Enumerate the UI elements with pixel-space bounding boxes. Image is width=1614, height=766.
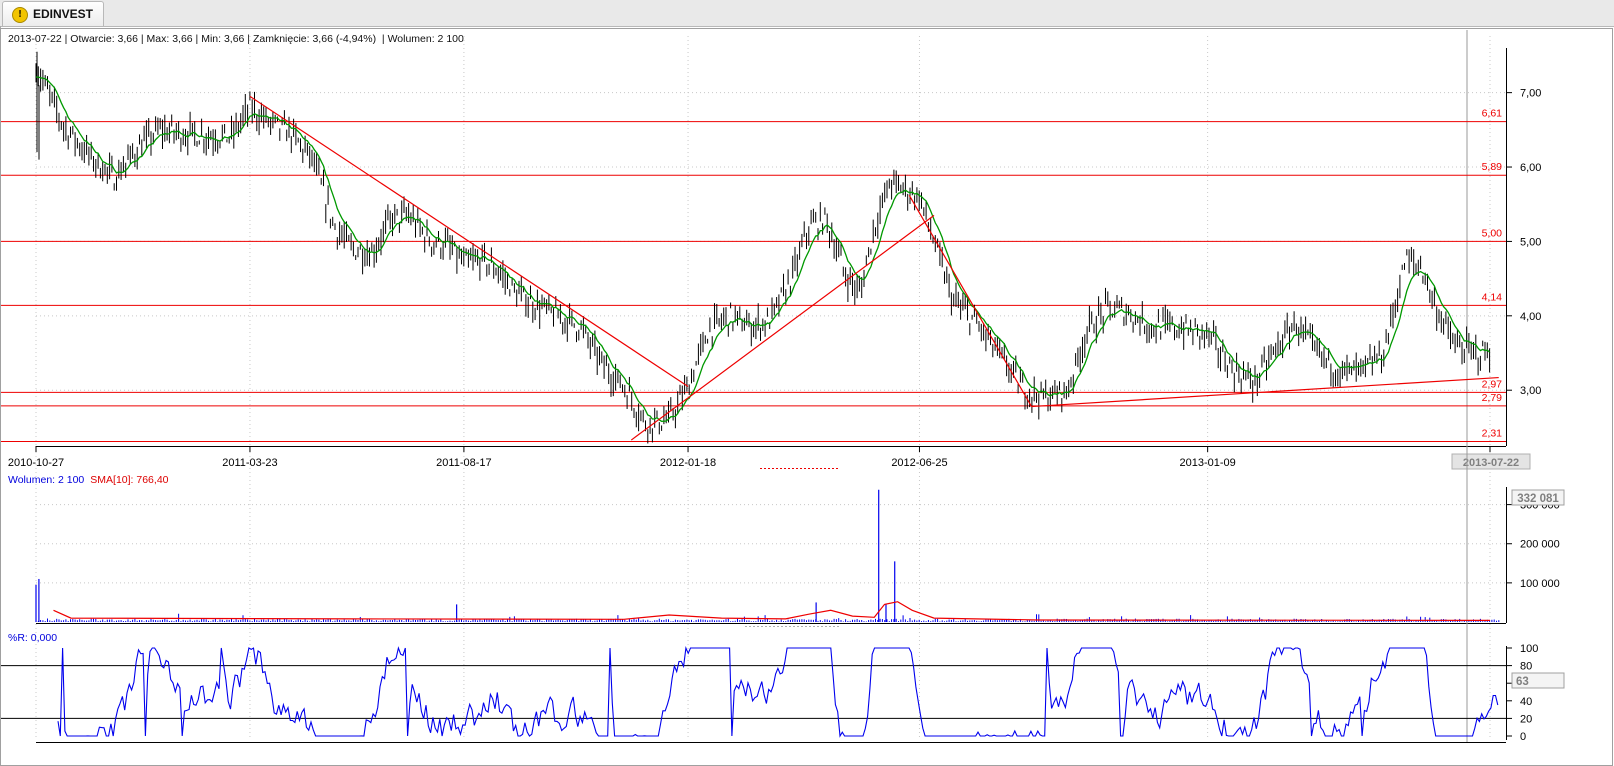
trend-line — [630, 214, 935, 441]
level-label: 4,14 — [1482, 291, 1503, 303]
x-tick-label: 2012-01-18 — [660, 457, 716, 469]
wr-tick-label: 80 — [1520, 661, 1532, 673]
wr-tick-label: 100 — [1520, 643, 1538, 655]
price-tick-label: 5,00 — [1520, 236, 1541, 248]
volume-legend: Wolumen: 2 100 SMA[10]: 766,40 — [8, 474, 169, 486]
volume-legend-sma: SMA[10]: 766,40 — [90, 474, 169, 486]
volume-legend-value: Wolumen: 2 100 — [8, 474, 85, 486]
williams-r-line — [57, 645, 1499, 738]
x-tick-label: 2013-01-09 — [1180, 457, 1236, 469]
x-tick-label: 2010-10-27 — [8, 457, 64, 469]
wr-tick-label: 20 — [1520, 713, 1532, 725]
level-label: 2,79 — [1482, 392, 1503, 404]
level-label: 5,00 — [1482, 227, 1503, 239]
volume-tick-label: 100 000 — [1520, 578, 1560, 590]
volume-tick-label: 200 000 — [1520, 539, 1560, 551]
wr-current-label: 63 — [1516, 676, 1529, 688]
trend-line — [908, 194, 1033, 407]
volume-max-label: 332 081 — [1517, 493, 1559, 505]
level-label: 2,31 — [1482, 428, 1503, 440]
moving-average-line — [35, 76, 1491, 422]
volume-sma-line — [53, 601, 1491, 622]
price-tick-label: 3,00 — [1520, 385, 1541, 397]
price-tick-label: 7,00 — [1520, 88, 1541, 100]
wr-tick-label: 0 — [1520, 731, 1526, 743]
wr-tick-label: 40 — [1520, 696, 1532, 708]
price-tick-label: 4,00 — [1520, 311, 1541, 323]
price-tick-label: 6,00 — [1520, 162, 1541, 174]
x-tick-label: 2011-03-23 — [222, 457, 277, 469]
williams-r-legend: %R: 0,000 — [8, 632, 58, 644]
chart-canvas[interactable]: 2010-10-27 2011-03-23 2011-08-17 2012-01-18… — [0, 0, 1614, 766]
level-label: 5,89 — [1482, 161, 1503, 173]
x-tick-label: 2011-08-17 — [436, 457, 491, 469]
outer-frame — [0, 28, 1613, 766]
quote-line: 2013-07-22 | Otwarcie: 3,66 | Max: 3,66 … — [8, 33, 464, 45]
level-label: 2,97 — [1482, 378, 1503, 390]
level-label: 6,61 — [1482, 108, 1503, 120]
cursor-date-label: 2013-07-22 — [1463, 457, 1519, 469]
x-tick-label: 2012-06-25 — [891, 457, 947, 469]
